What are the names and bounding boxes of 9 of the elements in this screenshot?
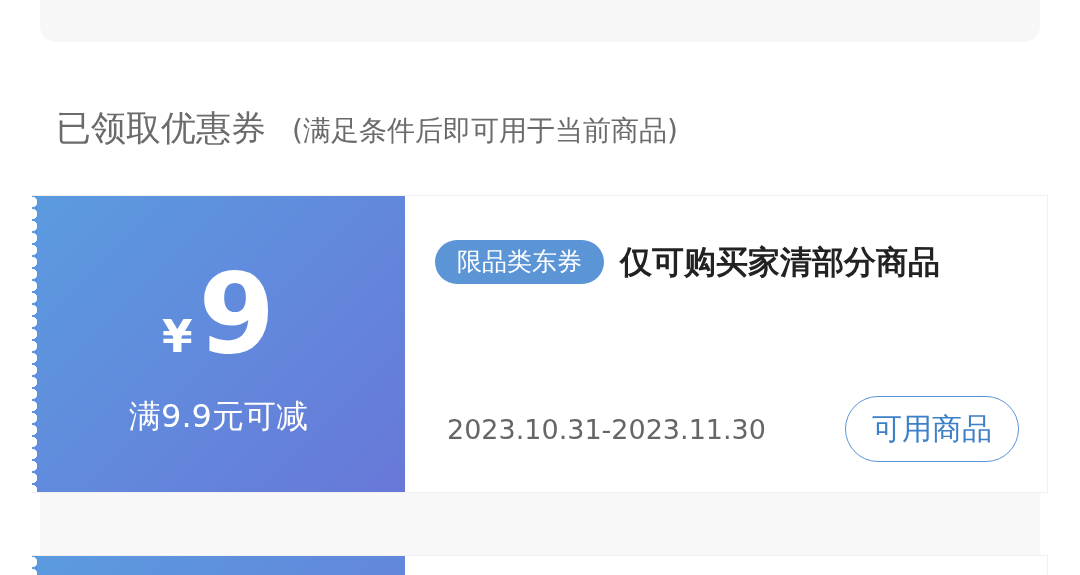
category-tag: 限品类东券 xyxy=(435,240,604,284)
coupon-title: 仅可购买家清部分商品 xyxy=(620,242,940,283)
validity-dates: 2023.10.31-2023.11.30 xyxy=(447,413,766,445)
coupon-amount: 9 xyxy=(198,259,276,369)
section-note: (满足条件后即可用于当前商品) xyxy=(292,113,678,149)
coupon-condition: 满9.9元可减 xyxy=(129,396,308,437)
eligible-products-button[interactable]: 可用商品 xyxy=(845,396,1019,462)
section-title: 已领取优惠券 xyxy=(56,107,266,150)
currency-symbol: ¥ xyxy=(161,311,193,362)
